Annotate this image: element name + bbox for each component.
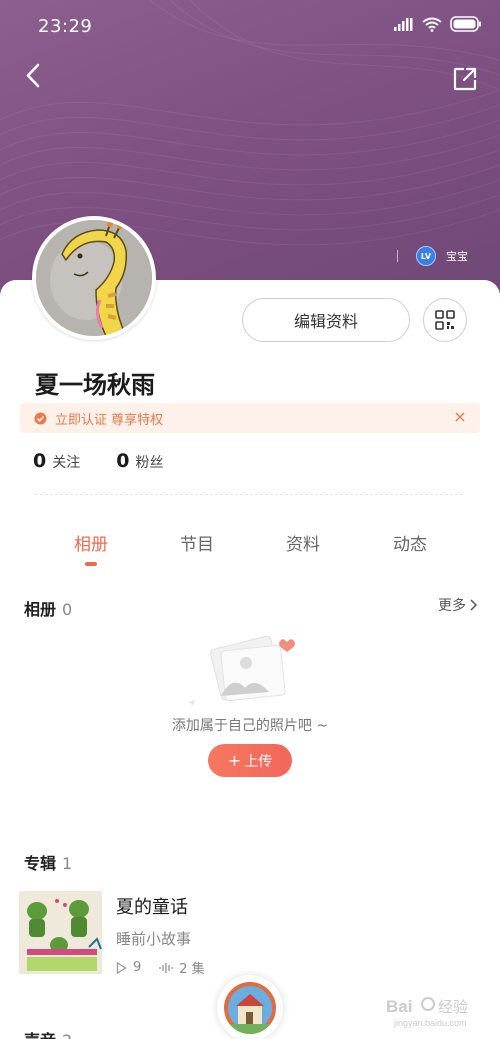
qrcode-icon [435, 310, 455, 330]
level-separator [397, 250, 398, 262]
player-cover [224, 982, 276, 1034]
tab-info[interactable]: 资料 [273, 530, 333, 555]
edit-profile-button[interactable]: 编辑资料 [242, 298, 410, 342]
followers-stat[interactable]: 0 粉丝 [116, 450, 163, 472]
upload-label: 上传 [244, 753, 273, 770]
followers-label: 粉丝 [135, 455, 164, 471]
username: 夏一场秋雨 [35, 371, 155, 399]
wifi-icon [422, 17, 442, 32]
profile-tabs: 相册 节目 资料 动态 [0, 530, 500, 570]
audio-wave-icon [159, 962, 173, 973]
voice-section-count: 2 [62, 1031, 72, 1039]
special-section-label: 专辑 [24, 854, 57, 873]
special-section-count: 1 [62, 854, 73, 873]
back-arrow-icon [26, 63, 40, 88]
play-count: 9 [116, 960, 141, 975]
svg-text:Bai: Bai [386, 997, 412, 1016]
special-section-title: 专辑 1 [24, 850, 72, 874]
play-icon [116, 961, 127, 974]
status-bar: 23:29 [0, 0, 500, 56]
upload-button[interactable]: + 上传 [208, 744, 292, 777]
album-section-label: 相册 [24, 600, 57, 619]
status-icons [394, 16, 482, 32]
tab-active-indicator [85, 562, 97, 566]
giraffe-drawing-icon [36, 220, 152, 336]
album-section-count: 0 [62, 600, 73, 619]
verify-banner-text: 立即认证 尊享特权 [55, 412, 164, 428]
back-button[interactable] [20, 62, 48, 90]
album-title[interactable]: 夏的童话 [116, 893, 188, 919]
empty-album-text: 添加属于自己的照片吧 ~ [171, 718, 329, 734]
divider [35, 494, 463, 495]
album-section-title: 相册 0 [24, 596, 72, 620]
followers-count: 0 [116, 450, 130, 472]
share-external-icon [453, 67, 477, 91]
following-label: 关注 [52, 455, 81, 471]
album-subtitle: 睡前小故事 [116, 930, 192, 948]
tab-activity[interactable]: 动态 [380, 530, 440, 555]
chevron-right-icon [470, 599, 478, 611]
empty-photo-illustration-icon [189, 635, 295, 706]
level-area[interactable]: LV 宝宝 [397, 246, 468, 266]
follow-stats: 0 关注 0 粉丝 [33, 450, 199, 472]
level-label: 宝宝 [446, 250, 468, 263]
album-cover[interactable] [19, 891, 102, 974]
svg-text:jingyan.baidu.com: jingyan.baidu.com [393, 1018, 467, 1028]
following-stat[interactable]: 0 关注 [33, 450, 80, 472]
close-icon[interactable]: × [452, 409, 468, 425]
album-meta: 9 2 集 [116, 958, 223, 977]
verified-badge-icon [34, 412, 47, 424]
baidu-watermark-logo: Bai 经验 jingyan.baidu.com [386, 997, 468, 1028]
following-count: 0 [33, 450, 47, 472]
avatar[interactable] [32, 216, 156, 340]
qrcode-button[interactable] [423, 298, 467, 342]
episode-count: 2 集 [159, 958, 205, 977]
voice-section-label: 声音 [24, 1031, 56, 1039]
svg-text:经验: 经验 [438, 998, 468, 1016]
level-badge-icon: LV [416, 246, 436, 266]
verify-banner[interactable]: 立即认证 尊享特权 × [20, 403, 480, 433]
battery-icon [450, 16, 481, 32]
player-cover-art-icon [224, 982, 276, 1034]
album-more-link[interactable]: 更多 [438, 595, 478, 615]
tab-programs[interactable]: 节目 [167, 530, 227, 555]
voice-section-title: 声音 2 [24, 1027, 72, 1039]
episode-count-value: 2 集 [179, 962, 205, 977]
share-button[interactable] [452, 66, 480, 94]
status-time: 23:29 [38, 16, 93, 37]
play-count-value: 9 [133, 960, 142, 975]
frog-drawing-icon [19, 891, 102, 974]
signal-icon [394, 18, 413, 31]
more-label: 更多 [438, 598, 466, 614]
plus-icon: + [227, 751, 242, 770]
mini-player-button[interactable] [217, 975, 283, 1039]
tab-album[interactable]: 相册 [61, 530, 121, 555]
